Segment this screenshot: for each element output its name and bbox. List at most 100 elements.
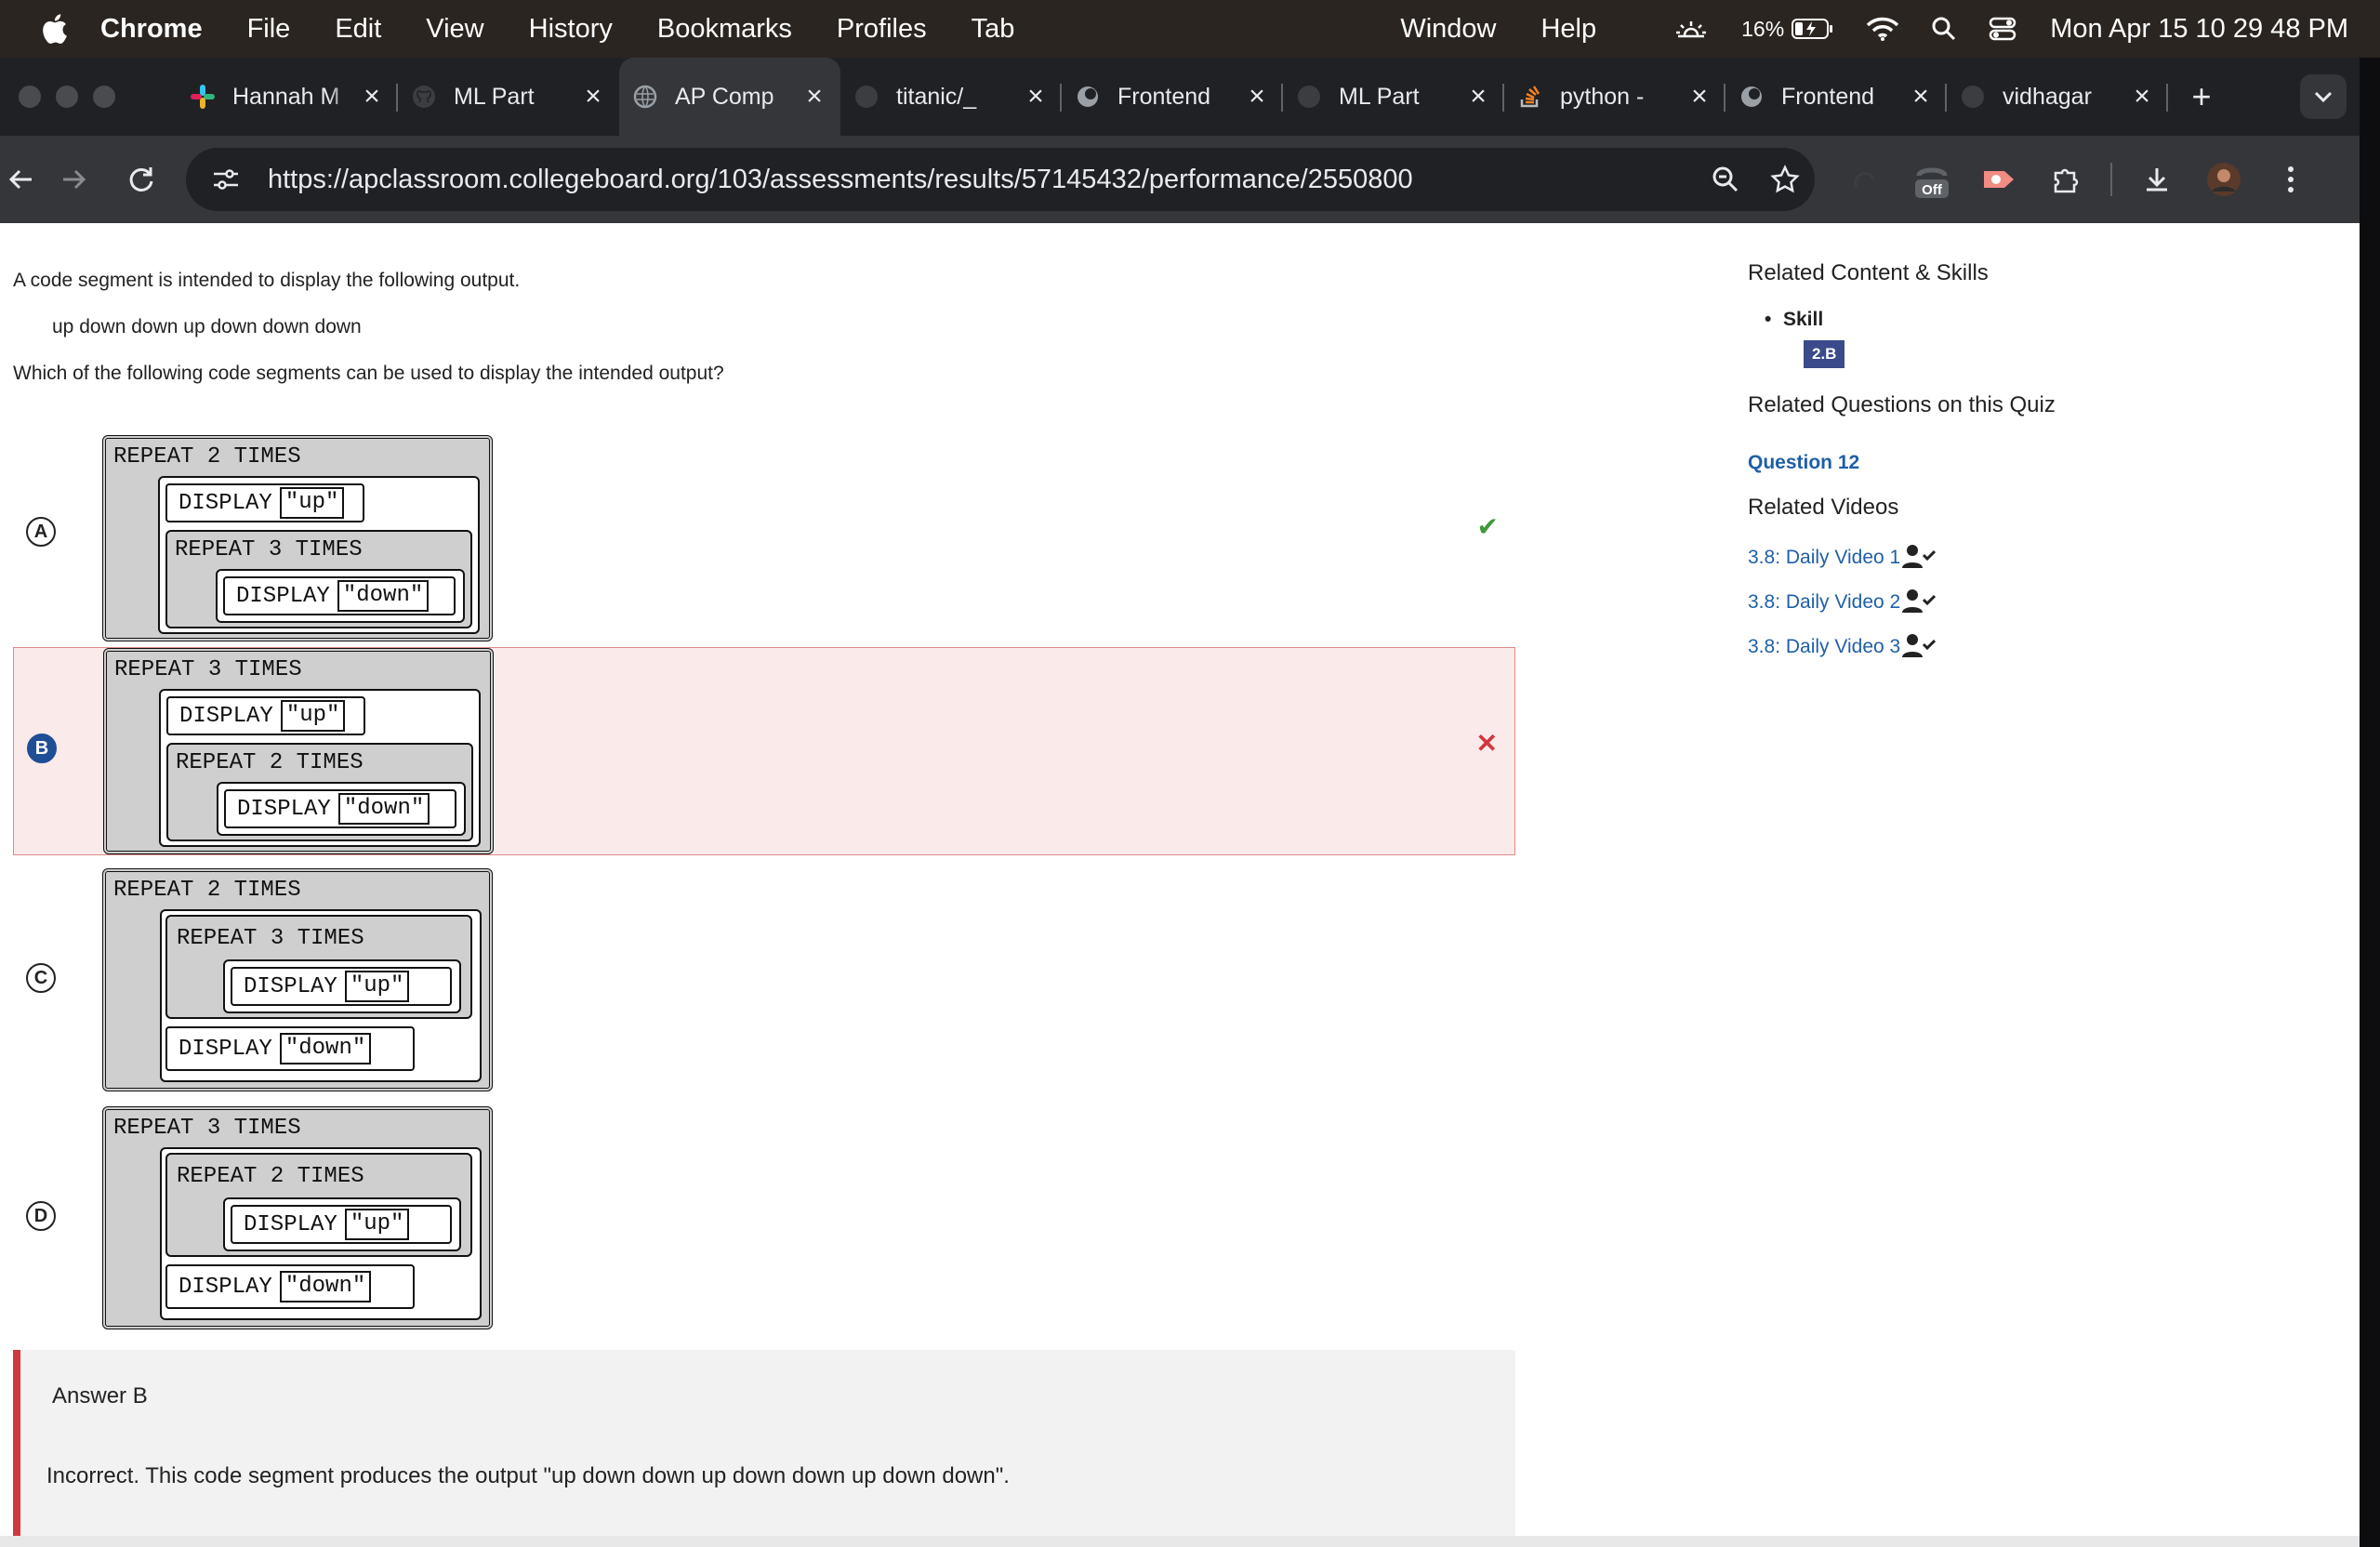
display-keyword: DISPLAY xyxy=(178,490,272,516)
video-link-1[interactable]: 3.8: Daily Video 1 xyxy=(1748,547,1900,569)
menu-edit[interactable]: Edit xyxy=(335,14,381,45)
tab-title: Frontend xyxy=(1781,83,1875,110)
menu-view[interactable]: View xyxy=(426,14,483,45)
macos-menu-bar: Chrome File Edit View History Bookmarks … xyxy=(0,0,2380,58)
option-b[interactable]: B REPEAT 3 TIMES DISPLAY "up" REPEAT 2 TI… xyxy=(13,647,1515,855)
related-videos-heading: Related Videos xyxy=(1748,495,1899,520)
extension-dark-icon[interactable] xyxy=(1831,165,1898,193)
question-prompt: Which of the following code segments can… xyxy=(13,363,724,384)
minimize-window-button[interactable] xyxy=(56,86,78,108)
option-d[interactable]: D REPEAT 3 TIMES REPEAT 2 TIMES DISPLAY "… xyxy=(13,1101,1515,1329)
tab-frontend-2[interactable]: Frontend × xyxy=(1726,58,1947,136)
tab-stackoverflow[interactable]: python - × xyxy=(1504,58,1726,136)
slack-icon xyxy=(190,84,216,110)
display-statement: DISPLAY "up" xyxy=(166,696,365,735)
back-button[interactable] xyxy=(0,166,41,192)
tab-github-vidhagar[interactable]: vidhagar × xyxy=(1947,58,2168,136)
reload-button[interactable] xyxy=(108,165,175,193)
display-keyword: DISPLAY xyxy=(178,1036,272,1062)
answer-label: Answer B xyxy=(52,1383,148,1408)
github-icon xyxy=(411,84,437,110)
repeat-keyword: REPEAT 3 TIMES xyxy=(113,1116,301,1141)
zoom-icon[interactable] xyxy=(1696,165,1755,193)
new-tab-button[interactable]: + xyxy=(2174,77,2229,116)
profile-avatar[interactable] xyxy=(2190,162,2257,197)
close-window-button[interactable] xyxy=(19,86,41,108)
menu-profiles[interactable]: Profiles xyxy=(837,14,927,45)
globe-icon xyxy=(632,84,658,110)
question-link[interactable]: Question 12 xyxy=(1748,452,1859,474)
tab-search-button[interactable] xyxy=(2300,74,2347,119)
chrome-menu-icon[interactable] xyxy=(2257,165,2324,194)
close-tab-icon[interactable]: × xyxy=(1686,81,1712,112)
intended-output: up down down up down down down xyxy=(52,316,362,337)
tab-frontend[interactable]: Frontend × xyxy=(1062,58,1283,136)
menu-history[interactable]: History xyxy=(529,14,613,45)
answer-explanation: Incorrect. This code segment produces th… xyxy=(46,1463,1010,1488)
loop-body: DISPLAY "down" xyxy=(217,782,466,836)
site-info-icon[interactable] xyxy=(212,166,245,192)
close-tab-icon[interactable]: × xyxy=(801,81,827,112)
tab-title: python - xyxy=(1560,83,1645,110)
nested-loop: REPEAT 2 TIMES DISPLAY "down" xyxy=(166,743,473,841)
menu-tab[interactable]: Tab xyxy=(972,14,1015,45)
option-a-radio[interactable]: A xyxy=(26,517,56,547)
tab-title: vidhagar xyxy=(2003,83,2092,110)
code-block: REPEAT 2 TIMES DISPLAY "up" REPEAT 3 TIME… xyxy=(102,435,493,641)
option-b-radio[interactable]: B xyxy=(27,734,57,763)
display-string: "down" xyxy=(279,1271,372,1302)
tab-slack[interactable]: Hannah M × xyxy=(177,58,398,136)
wifi-icon[interactable] xyxy=(1866,16,1899,42)
close-tab-icon[interactable]: × xyxy=(580,81,606,112)
tab-github-ml[interactable]: ML Part × xyxy=(1283,58,1504,136)
menu-app-name[interactable]: Chrome xyxy=(100,14,203,45)
close-tab-icon[interactable]: × xyxy=(1244,81,1270,112)
option-c[interactable]: C REPEAT 2 TIMES REPEAT 3 TIMES DISPLAY "… xyxy=(13,865,1515,1091)
close-tab-icon[interactable]: × xyxy=(359,81,385,112)
tab-github-titanic[interactable]: titanic/_ × xyxy=(840,58,1062,136)
forward-button[interactable] xyxy=(41,166,108,192)
option-a[interactable]: A REPEAT 2 TIMES DISPLAY "up" REPEAT 3 TI… xyxy=(13,428,1515,643)
apple-icon[interactable] xyxy=(37,12,71,46)
person-check-icon xyxy=(1902,589,1936,613)
repeat-keyword: REPEAT 2 TIMES xyxy=(113,444,301,469)
menu-window[interactable]: Window xyxy=(1400,14,1496,45)
close-tab-icon[interactable]: × xyxy=(1908,81,1934,112)
extension-off-icon[interactable]: Off xyxy=(1898,159,1965,200)
bookmark-star-icon[interactable] xyxy=(1755,165,1815,194)
close-tab-icon[interactable]: × xyxy=(1465,81,1491,112)
code-block: REPEAT 3 TIMES REPEAT 2 TIMES DISPLAY "up… xyxy=(102,1106,493,1329)
video-link-3[interactable]: 3.8: Daily Video 3 xyxy=(1748,636,1900,658)
control-center-icon[interactable] xyxy=(1989,16,2016,42)
spotlight-search-icon[interactable] xyxy=(1931,16,1957,42)
display-statement: DISPLAY "down" xyxy=(165,1264,415,1309)
url-text[interactable]: https://apclassroom.collegeboard.org/103… xyxy=(268,165,1696,195)
download-icon[interactable] xyxy=(2123,165,2190,193)
tab-ap-classroom[interactable]: AP Comp × xyxy=(619,58,840,136)
video-link-2[interactable]: 3.8: Daily Video 2 xyxy=(1748,591,1900,614)
code-block: REPEAT 2 TIMES REPEAT 3 TIMES DISPLAY "up… xyxy=(102,868,493,1091)
battery-charging-icon[interactable] xyxy=(1792,18,1834,40)
extensions-puzzle-icon[interactable] xyxy=(2032,165,2099,194)
tab-github[interactable]: ML Part × xyxy=(398,58,619,136)
battery-percent: 16% xyxy=(1741,16,1785,41)
brightness-icon[interactable] xyxy=(1673,18,1710,40)
close-tab-icon[interactable]: × xyxy=(1023,81,1049,112)
globe-icon xyxy=(1075,84,1101,110)
loop-body: DISPLAY "up" xyxy=(223,959,461,1013)
tab-title: ML Part xyxy=(1339,83,1420,110)
menu-bookmarks[interactable]: Bookmarks xyxy=(657,14,792,45)
github-icon xyxy=(1296,84,1322,110)
option-c-radio[interactable]: C xyxy=(26,963,56,993)
extension-record-icon[interactable] xyxy=(1965,165,2032,193)
address-bar[interactable]: https://apclassroom.collegeboard.org/103… xyxy=(186,148,1815,211)
menu-clock[interactable]: Mon Apr 15 10 29 48 PM xyxy=(2050,14,2348,45)
loop-body: DISPLAY "up" REPEAT 3 TIMES DISPLAY "down" xyxy=(158,476,480,634)
menu-file[interactable]: File xyxy=(247,14,291,45)
option-d-radio[interactable]: D xyxy=(26,1201,56,1231)
repeat-keyword: REPEAT 3 TIMES xyxy=(177,926,364,951)
close-tab-icon[interactable]: × xyxy=(2129,81,2155,112)
zoom-window-button[interactable] xyxy=(93,86,115,108)
arrow-left-icon xyxy=(8,169,32,190)
menu-help[interactable]: Help xyxy=(1540,14,1596,45)
